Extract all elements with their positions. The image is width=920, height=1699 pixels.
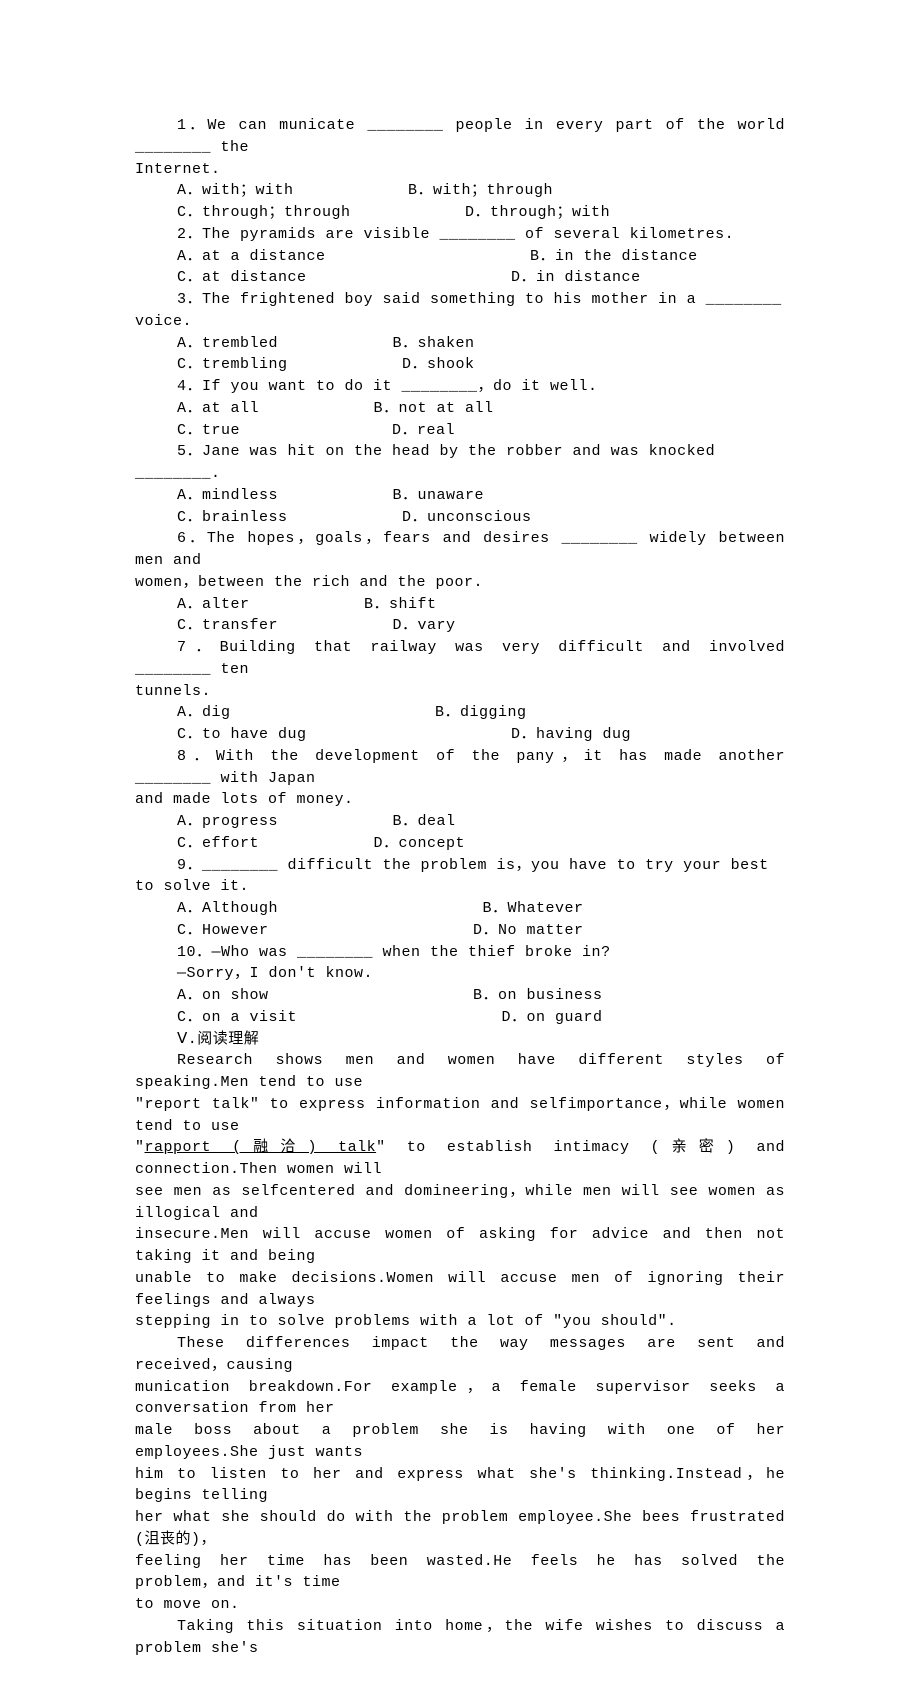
q3-optB: B．shaken (393, 335, 475, 352)
q4-options-row1: A．at all B．not at all (135, 398, 785, 420)
q9-optC: C．However (177, 922, 269, 939)
passage-p2-l6: feeling her time has been wasted.He feel… (135, 1551, 785, 1595)
q1-stem-line1: 1．We can municate ________ people in eve… (135, 115, 785, 159)
section-5-heading: Ⅴ.阅读理解 (135, 1029, 785, 1051)
q5-optD: D．unconscious (402, 509, 532, 526)
passage-p1-l7: stepping in to solve problems with a lot… (135, 1311, 785, 1333)
q7-options-row2: C．to have dug D．having dug (135, 724, 785, 746)
q8-optB: B．deal (393, 813, 456, 830)
q6-optD: D．vary (393, 617, 456, 634)
q3-options-row1: A．trembled B．shaken (135, 333, 785, 355)
passage-p1-l3-pre: " (135, 1139, 145, 1156)
q10-stem-line1: 10．—Who was ________ when the thief brok… (135, 942, 785, 964)
q2-options-row2: C．at distance D．in distance (135, 267, 785, 289)
q10-optA: A．on show (177, 987, 269, 1004)
q5-options-row1: A．mindless B．unaware (135, 485, 785, 507)
passage-p3-l1: Taking this situation into home，the wife… (135, 1616, 785, 1660)
q1-optB: B．with；through (408, 182, 553, 199)
q7-options-row1: A．dig B．digging (135, 702, 785, 724)
passage-p2-l7: to move on. (135, 1594, 785, 1616)
q2-optD: D．in distance (511, 269, 641, 286)
q10-optD: D．on guard (502, 1009, 603, 1026)
q10-options-row1: A．on show B．on business (135, 985, 785, 1007)
passage-p1-l3: "rapport (融洽) talk" to establish intimac… (135, 1137, 785, 1181)
q10-stem-line2: —Sorry，I don't know. (135, 963, 785, 985)
passage-p1-l6: unable to make decisions.Women will accu… (135, 1268, 785, 1312)
q5-optA: A．mindless (177, 487, 278, 504)
q2-options-row1: A．at a distance B．in the distance (135, 246, 785, 268)
q1-optA: A．with；with (177, 182, 294, 199)
q8-optD: D．concept (374, 835, 466, 852)
q6-optA: A．alter (177, 596, 250, 613)
q1-stem-line2: Internet. (135, 159, 785, 181)
q4-optD: D．real (392, 422, 455, 439)
q8-stem-line2: and made lots of money. (135, 789, 785, 811)
q3-optD: D．shook (402, 356, 475, 373)
q3-stem: 3．The frightened boy said something to h… (135, 289, 785, 333)
passage-p1-l4: see men as self­centered and domineering… (135, 1181, 785, 1225)
q10-optC: C．on a visit (177, 1009, 297, 1026)
q4-optA: A．at all (177, 400, 259, 417)
q5-optC: C．brainless (177, 509, 288, 526)
q9-options-row1: A．Although B．Whatever (135, 898, 785, 920)
passage-p1-l2: "report talk" to express information and… (135, 1094, 785, 1138)
page-content: 1．We can municate ________ people in eve… (0, 0, 920, 1699)
q9-optD: D．No matter (473, 922, 584, 939)
q7-optA: A．dig (177, 704, 231, 721)
q4-stem: 4．If you want to do it ________，do it we… (135, 376, 785, 398)
passage-p2-l5: her what she should do with the problem … (135, 1507, 785, 1551)
q2-optC: C．at distance (177, 269, 307, 286)
q8-options-row1: A．progress B．deal (135, 811, 785, 833)
q2-stem: 2．The pyramids are visible ________ of s… (135, 224, 785, 246)
q6-optC: C．transfer (177, 617, 278, 634)
passage-p2-l2: munication breakdown.For example，a femal… (135, 1377, 785, 1421)
passage-p2-l4: him to listen to her and express what sh… (135, 1464, 785, 1508)
q9-optB: B．Whatever (483, 900, 584, 917)
q8-optC: C．effort (177, 835, 259, 852)
q4-options-row2: C．true D．real (135, 420, 785, 442)
passage-p1-l5: insecure.Men will accuse women of asking… (135, 1224, 785, 1268)
q7-optD: D．having dug (511, 726, 631, 743)
q5-optB: B．unaware (393, 487, 485, 504)
passage-p2-l1: These differences impact the way message… (135, 1333, 785, 1377)
passage-p2-l3: male boss about a problem she is having … (135, 1420, 785, 1464)
q2-optA: A．at a distance (177, 248, 326, 265)
q1-optD: D．through；with (465, 204, 610, 221)
q5-options-row2: C．brainless D．unconscious (135, 507, 785, 529)
q1-options-row2: C．through；through D．through；with (135, 202, 785, 224)
q6-stem-line1: 6．The hopes，goals，fears and desires ____… (135, 528, 785, 572)
q8-optA: A．progress (177, 813, 278, 830)
rapport-talk-underline: rapport (融洽) talk (145, 1139, 377, 1156)
q3-optA: A．trembled (177, 335, 278, 352)
q4-optC: C．true (177, 422, 240, 439)
q3-options-row2: C．trembling D．shook (135, 354, 785, 376)
q6-optB: B．shift (364, 596, 437, 613)
q2-optB: B．in the distance (530, 248, 698, 265)
q9-options-row2: C．However D．No matter (135, 920, 785, 942)
passage-p1-l1: Research shows men and women have differ… (135, 1050, 785, 1094)
q5-stem: 5．Jane was hit on the head by the robber… (135, 441, 785, 485)
q7-optB: B．digging (435, 704, 527, 721)
q8-options-row2: C．effort D．concept (135, 833, 785, 855)
q4-optB: B．not at all (374, 400, 494, 417)
q9-stem: 9．________ difficult the problem is，you … (135, 855, 785, 899)
q7-stem-line1: 7．Building that railway was very difficu… (135, 637, 785, 681)
q7-optC: C．to have dug (177, 726, 307, 743)
q1-options-row1: A．with；with B．with；through (135, 180, 785, 202)
q6-options-row2: C．transfer D．vary (135, 615, 785, 637)
q6-options-row1: A．alter B．shift (135, 594, 785, 616)
q9-optA: A．Although (177, 900, 278, 917)
q10-options-row2: C．on a visit D．on guard (135, 1007, 785, 1029)
q1-optC: C．through；through (177, 204, 351, 221)
q7-stem-line2: tunnels. (135, 681, 785, 703)
q6-stem-line2: women，between the rich and the poor. (135, 572, 785, 594)
q3-optC: C．trembling (177, 356, 288, 373)
q8-stem-line1: 8．With the development of the pany，it ha… (135, 746, 785, 790)
q10-optB: B．on business (473, 987, 603, 1004)
